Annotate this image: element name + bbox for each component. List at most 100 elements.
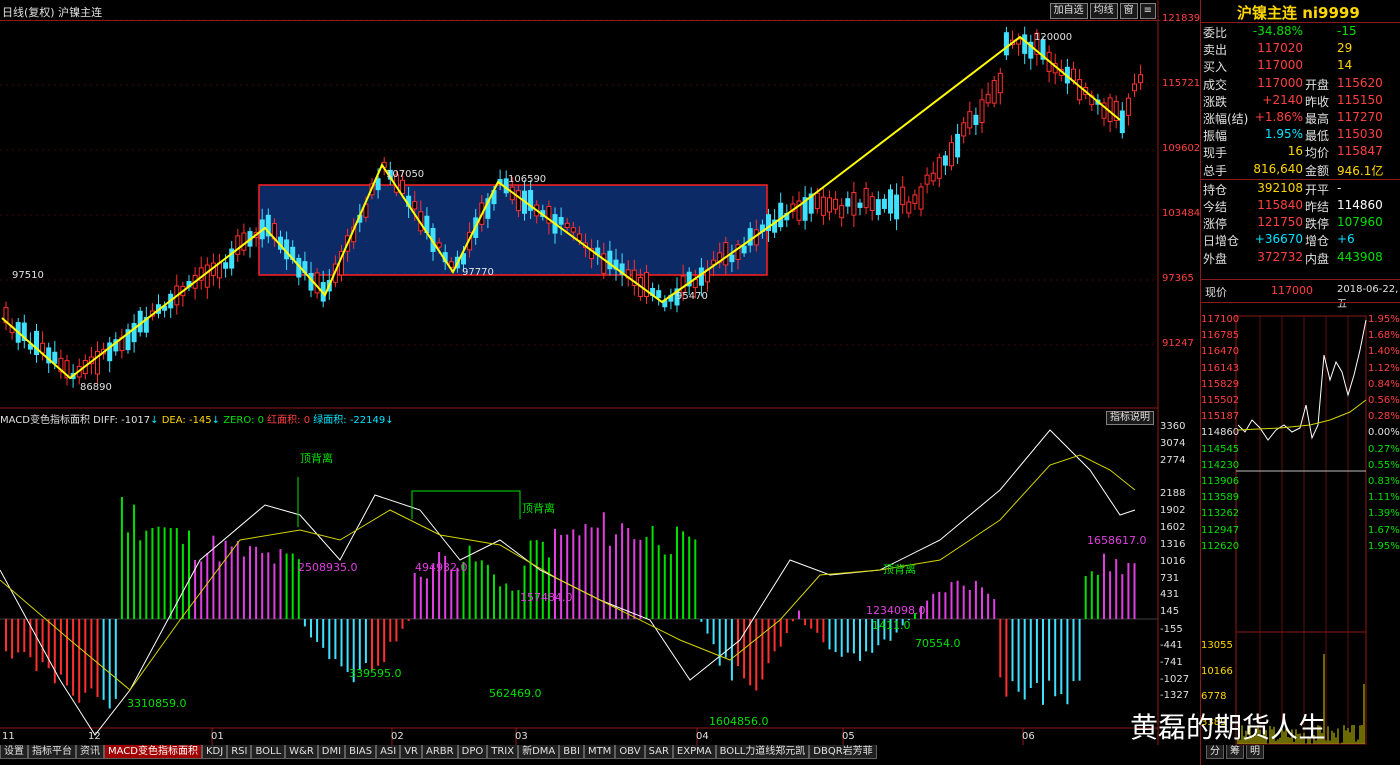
current-price-value: 117000 — [1271, 284, 1313, 297]
tab-4[interactable]: KDJ — [201, 745, 228, 759]
trough-label: 86890 — [80, 382, 112, 393]
quote-row: 涨停 121750 跌停 107960 — [1201, 215, 1400, 232]
intraday-price-tick: 117100 — [1201, 314, 1240, 325]
quote-row: 日增仓 +36670 增仓 +6 — [1201, 232, 1400, 249]
macd-zero: ZERO: 0 — [223, 415, 264, 426]
intraday-price-tick: 113262 — [1201, 508, 1240, 520]
quote-value: -15 — [1337, 24, 1357, 38]
candle-body — [924, 174, 930, 185]
minute-tab[interactable]: 分 — [1206, 745, 1224, 759]
tab-17[interactable]: MTM — [583, 745, 616, 759]
macd-tick: 2774 — [1160, 455, 1186, 466]
tab-20[interactable]: EXPMA — [672, 745, 716, 759]
quote-label: 总手 — [1203, 163, 1228, 178]
quote-value: 29 — [1337, 41, 1353, 56]
indicator-tabs: 设置 指标平台 资讯 MACD变色指标面积 KDJ RSI BOLL W&R DMI BIAS AS… — [0, 745, 877, 759]
candle-body — [888, 189, 893, 214]
price-tick: 91247 — [1162, 338, 1194, 349]
tab-14[interactable]: TRIX — [487, 745, 519, 759]
macd-tick: 1016 — [1160, 556, 1186, 567]
tab-3[interactable]: MACD变色指标面积 — [104, 745, 202, 759]
tab-13[interactable]: DPO — [457, 745, 488, 759]
quote-value: +36670 — [1254, 232, 1303, 247]
candle-body — [820, 196, 826, 216]
candle-body — [241, 232, 247, 251]
tab-10[interactable]: ASI — [376, 745, 401, 759]
tab-6[interactable]: BOLL — [251, 745, 286, 759]
intraday-pct-tick: 0.84% — [1368, 378, 1400, 390]
candle-body — [918, 186, 924, 210]
tab-8[interactable]: DMI — [317, 745, 346, 759]
candle-body — [857, 202, 863, 208]
moving-average-button[interactable]: 均线 — [1089, 3, 1118, 19]
tab-5[interactable]: RSI — [227, 745, 252, 759]
tab-21[interactable]: BOLL力道线郑元凯 — [715, 745, 810, 759]
area-label: 1234098.0 — [866, 604, 926, 617]
area-label: 1604856.0 — [709, 715, 769, 728]
chip-tab[interactable]: 筹 — [1226, 745, 1244, 759]
quote-value: +2140 — [1262, 92, 1303, 107]
menu-icon[interactable]: ≡ — [1139, 3, 1156, 19]
candle-body — [936, 157, 942, 179]
intraday-pct-tick: 1.95% — [1368, 314, 1400, 325]
quote-value: 117020 — [1257, 41, 1303, 56]
tab-19[interactable]: SAR — [644, 745, 673, 759]
intraday-pct-tick: 0.28% — [1368, 411, 1400, 423]
candle-body — [601, 253, 607, 274]
peak-label: 107050 — [386, 169, 425, 180]
candle-body — [997, 72, 1003, 94]
candle-body — [955, 133, 961, 158]
tab-18[interactable]: OBV — [615, 745, 645, 759]
month-label: 06 — [1022, 731, 1035, 742]
intraday-price-tick: 116785 — [1201, 330, 1240, 342]
tab-9[interactable]: BIAS — [345, 745, 377, 759]
candle-body — [137, 310, 143, 333]
candle-body — [875, 199, 881, 215]
tab-22[interactable]: DBQR岩芳菲 — [809, 745, 877, 759]
candle-body — [942, 155, 948, 166]
quote-value: 372732 — [1257, 249, 1303, 264]
detail-tab[interactable]: 明 — [1246, 745, 1264, 759]
add-favorite-button[interactable]: 加自选 — [1049, 3, 1088, 19]
intraday-pct-tick: 1.67% — [1368, 524, 1400, 536]
window-button[interactable]: 窗 — [1119, 3, 1138, 19]
candle-body — [729, 254, 735, 263]
candle-body — [845, 198, 851, 207]
quote-label: 振幅 — [1203, 129, 1228, 144]
month-label: 12 — [88, 731, 101, 742]
tab-1[interactable]: 指标平台 — [28, 745, 76, 759]
quote-value: 114860 — [1337, 198, 1383, 212]
quote-row: 振幅 1.95% 最低 115030 — [1201, 127, 1400, 144]
candle-body — [930, 172, 936, 182]
candle-body — [1003, 32, 1009, 56]
candle-body — [1138, 74, 1144, 84]
intraday-pct-tick: 1.40% — [1368, 346, 1400, 358]
area-label: 339595.0 — [349, 667, 402, 680]
macd-tick: 1602 — [1160, 522, 1186, 533]
candle-body — [1071, 68, 1076, 81]
tab-2[interactable]: 资讯 — [76, 745, 104, 759]
candle-body — [833, 198, 839, 210]
peak-label: 120000 — [1034, 32, 1073, 43]
macd-tick: 3360 — [1160, 421, 1186, 432]
quote-value: 946.1亿 — [1337, 163, 1384, 178]
candle-body — [1022, 34, 1028, 54]
tab-16[interactable]: BBI — [559, 745, 584, 759]
quote-label: 最高 — [1305, 112, 1330, 126]
intraday-pct-tick: 0.55% — [1368, 459, 1400, 471]
tab-7[interactable]: W&R — [285, 745, 318, 759]
candle-body — [223, 262, 229, 269]
indicator-help-button[interactable]: 指标说明 — [1106, 411, 1154, 425]
intraday-pct-tick: 1.39% — [1368, 508, 1400, 520]
tab-12[interactable]: ARBR — [422, 745, 458, 759]
quote-label: 涨跌 — [1203, 94, 1228, 109]
tab-15[interactable]: 新DMA — [518, 745, 560, 759]
tab-11[interactable]: VR — [400, 745, 423, 759]
candle-body — [985, 93, 991, 104]
quote-date: 2018-06-22,五 — [1337, 284, 1399, 310]
quote-value: 443908 — [1337, 249, 1383, 264]
candle-body — [900, 186, 906, 206]
candle-body — [723, 242, 729, 266]
tab-0[interactable]: 设置 — [0, 745, 28, 759]
divergence-label: 顶背离 — [522, 502, 555, 515]
